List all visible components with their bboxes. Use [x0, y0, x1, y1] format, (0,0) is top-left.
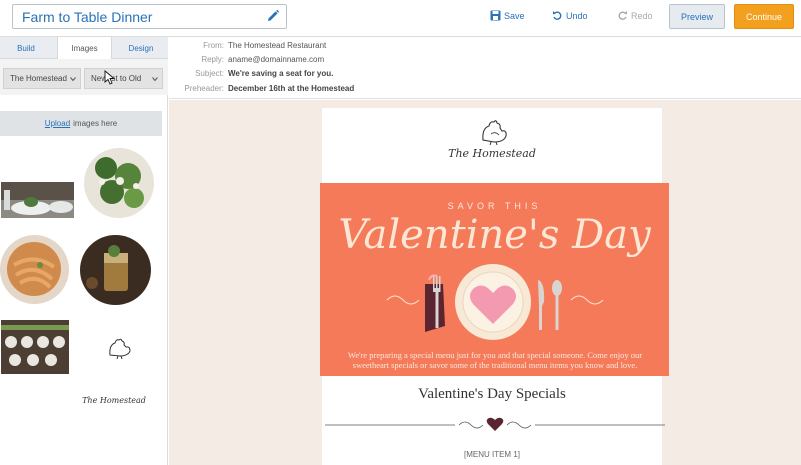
logo-thumbnail[interactable]	[84, 337, 150, 373]
top-toolbar: Farm to Table Dinner Save Undo Redo Prev…	[0, 0, 801, 37]
sort-select-value: Newest to Old	[91, 74, 142, 83]
heart-icon	[486, 417, 504, 431]
subject-value[interactable]: We're saving a seat for you.	[228, 69, 333, 83]
folder-select-value: The Homestead	[10, 74, 67, 83]
undo-button[interactable]: Undo	[552, 10, 588, 21]
upload-text: images here	[73, 119, 118, 128]
image-filters: The Homestead Newest to Old	[0, 59, 168, 95]
reply-value[interactable]: aname@domainname.com	[228, 55, 324, 69]
rooster-icon	[109, 338, 131, 360]
reply-row[interactable]: Reply: aname@domainname.com	[169, 55, 324, 69]
undo-icon	[553, 11, 562, 20]
banner-body-text: We're preparing a special menu just for …	[347, 350, 643, 370]
campaign-title-text: Farm to Table Dinner	[22, 9, 153, 25]
preheader-value[interactable]: December 16th at the Homestead	[228, 84, 354, 98]
redo-icon	[618, 11, 627, 20]
panel-tabs: Build Images Design	[0, 37, 168, 60]
upload-dropzone[interactable]: Upload images here	[0, 111, 162, 136]
banner-headline: Valentine's Day	[338, 212, 651, 258]
folder-select[interactable]: The Homestead	[3, 68, 81, 89]
preview-button[interactable]: Preview	[669, 4, 725, 29]
from-row[interactable]: From: The Homestead Restaurant	[169, 41, 326, 55]
from-label: From:	[203, 41, 224, 50]
specials-heading: Valentine's Day Specials	[418, 386, 566, 402]
subject-row[interactable]: Subject: We're saving a seat for you.	[169, 69, 333, 83]
thumbnail-logo-text: The Homestead	[82, 396, 146, 405]
chevron-down-icon	[70, 77, 76, 82]
tab-build[interactable]: Build	[0, 37, 52, 59]
divider-heart	[325, 417, 665, 431]
email-logo-text: The Homestead	[448, 147, 536, 160]
tab-images[interactable]: Images	[57, 37, 112, 60]
campaign-title-input[interactable]: Farm to Table Dinner	[12, 4, 287, 29]
spoon-icon	[552, 280, 562, 330]
upload-link[interactable]: Upload	[45, 119, 70, 128]
image-thumbnail[interactable]	[84, 148, 154, 218]
save-label: Save	[504, 10, 525, 21]
save-button[interactable]: Save	[490, 10, 525, 21]
menu-item-1[interactable]: [MENU ITEM 1]	[322, 450, 662, 459]
redo-label: Redo	[631, 10, 653, 21]
place-setting-illustration	[386, 264, 604, 340]
save-icon	[490, 10, 501, 21]
reply-label: Reply:	[201, 55, 224, 64]
image-thumbnail[interactable]	[1, 320, 69, 374]
redo-button[interactable]: Redo	[617, 10, 653, 21]
knife-icon	[538, 280, 545, 330]
pencil-icon[interactable]	[266, 9, 280, 23]
chevron-down-icon	[152, 77, 158, 82]
email-header-fields: From: The Homestead Restaurant Reply: an…	[169, 37, 801, 99]
sort-select[interactable]: Newest to Old	[84, 68, 163, 89]
image-thumbnail[interactable]	[1, 182, 74, 218]
undo-label: Undo	[566, 10, 588, 21]
preheader-label: Preheader:	[184, 84, 224, 93]
savor-this-text: SAVOR THIS	[447, 201, 542, 211]
tab-design[interactable]: Design	[114, 37, 168, 59]
left-panel: Build Images Design The Homestead Newest…	[0, 37, 168, 465]
image-thumbnail[interactable]	[80, 235, 151, 305]
subject-label: Subject:	[195, 69, 224, 78]
rooster-icon	[482, 120, 507, 146]
mouse-cursor-icon	[104, 70, 115, 85]
preheader-row[interactable]: Preheader: December 16th at the Homestea…	[169, 84, 354, 98]
continue-button[interactable]: Continue	[734, 4, 794, 29]
image-thumbnail[interactable]	[0, 235, 69, 304]
from-value[interactable]: The Homestead Restaurant	[228, 41, 326, 55]
